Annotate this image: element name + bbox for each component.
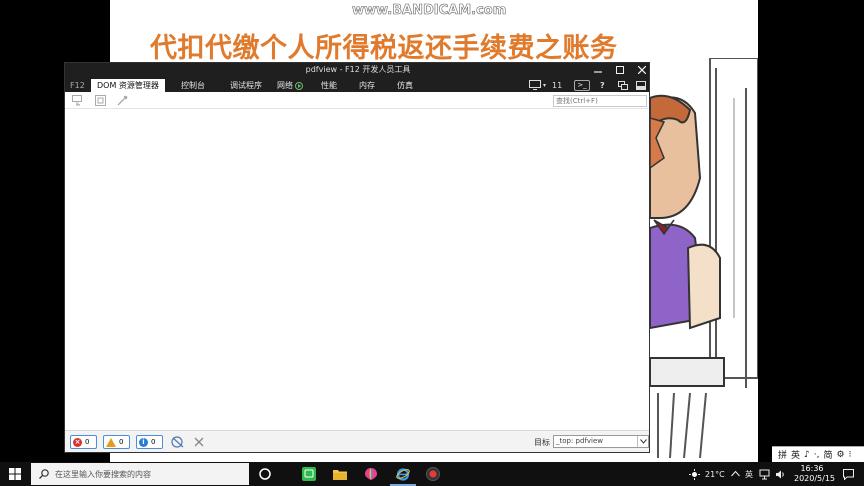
devtools-window: pdfview - F12 开发人员工具 F12 DOM 资源管理器 控制台 调… xyxy=(64,62,650,453)
warning-counter[interactable]: 0 xyxy=(103,435,130,449)
undock-icon xyxy=(618,80,628,90)
dom-toolbar xyxy=(65,92,649,109)
select-element-icon[interactable] xyxy=(72,95,83,106)
help-button[interactable]: ? xyxy=(600,79,605,91)
task-view-icon[interactable] xyxy=(258,467,272,481)
chevron-down-icon xyxy=(637,436,648,447)
ime-toolbar[interactable]: 拼 英 ♪ ·, 简 ⚙ ⁝ xyxy=(772,446,864,462)
monitor-icon xyxy=(529,80,541,90)
dock-icon xyxy=(636,80,646,90)
ime-item[interactable]: ⚙ xyxy=(837,450,845,460)
tab-memory[interactable]: 内存 xyxy=(359,79,375,92)
error-counter[interactable]: × 0 xyxy=(70,435,97,449)
window-controls xyxy=(593,63,647,77)
maximize-icon xyxy=(616,66,624,74)
play-icon[interactable] xyxy=(295,81,303,90)
clock-time: 16:36 xyxy=(800,464,824,473)
volume-icon[interactable] xyxy=(775,469,786,480)
ime-item[interactable]: ♪ xyxy=(804,450,810,460)
file-explorer-icon[interactable] xyxy=(333,467,347,481)
dropdown-arrow-icon: ▾ xyxy=(543,81,547,89)
network-icon[interactable] xyxy=(759,469,770,480)
clear-icon[interactable] xyxy=(194,437,204,447)
screen: www.BANDICAM.com 代扣代缴个人所得税返还手续费之账务 pdfvi… xyxy=(0,0,864,486)
clock[interactable]: 16:36 2020/5/15 xyxy=(794,464,836,484)
f12-label: F12 xyxy=(70,81,85,90)
dom-tree-panel[interactable] xyxy=(65,109,649,430)
console-icon: >_ xyxy=(574,79,590,91)
help-icon: ? xyxy=(600,80,605,90)
windows-start-icon[interactable] xyxy=(9,468,21,480)
close-button[interactable] xyxy=(637,65,647,75)
console-toggle[interactable]: >_ xyxy=(574,79,590,91)
bandicam-record-icon[interactable] xyxy=(426,467,440,481)
highlight-elements-icon[interactable] xyxy=(95,95,106,106)
minimize-icon xyxy=(594,71,602,73)
undock-button[interactable] xyxy=(618,79,628,91)
clear-on-navigate-icon[interactable] xyxy=(171,436,185,448)
error-icon: × xyxy=(73,437,82,447)
cartoon-teller-illustration xyxy=(650,58,758,458)
weather-sun-icon[interactable] xyxy=(689,469,700,480)
device-selector[interactable]: ▾ 11 xyxy=(529,79,562,91)
target-label: 目标 xyxy=(534,438,550,447)
tab-network[interactable]: 网络 xyxy=(277,79,303,92)
tab-dom-explorer[interactable]: DOM 资源管理器 xyxy=(91,79,165,92)
slide-title: 代扣代缴个人所得税返还手续费之账务 xyxy=(150,33,618,64)
message-count: 0 xyxy=(151,438,156,446)
warning-icon xyxy=(106,437,116,447)
devtools-statusbar: × 0 0 i 0 目标 _top: pdfview xyxy=(65,430,649,452)
tab-network-label: 网络 xyxy=(277,81,293,90)
ime-item[interactable]: ·, xyxy=(814,450,820,460)
internet-explorer-icon[interactable] xyxy=(396,467,410,481)
devtools-tabbar: F12 DOM 资源管理器 控制台 调试程序 网络 性能 内存 仿真 ▾ 11 … xyxy=(65,77,649,92)
wechat-app-icon[interactable] xyxy=(302,467,316,481)
devtools-titlebar[interactable]: pdfview - F12 开发人员工具 xyxy=(65,63,649,77)
error-count: 0 xyxy=(85,438,90,446)
dock-button[interactable] xyxy=(636,79,646,91)
notification-icon[interactable] xyxy=(843,469,854,480)
search-icon xyxy=(39,469,49,479)
bandicam-watermark: www.BANDICAM.com xyxy=(352,3,507,19)
target-value: _top: pdfview xyxy=(556,437,604,445)
taskbar: 在这里输入你要搜索的内容 21°C 英 16:36 2020/5/15 xyxy=(0,462,864,486)
colorful-balloon-app-icon[interactable] xyxy=(364,467,378,481)
tab-performance[interactable]: 性能 xyxy=(321,79,337,92)
target-select[interactable]: _top: pdfview xyxy=(553,435,649,448)
chevron-up-icon[interactable] xyxy=(731,470,740,477)
tab-emulation[interactable]: 仿真 xyxy=(397,79,413,92)
warning-count: 0 xyxy=(119,438,124,446)
window-title: pdfview - F12 开发人员工具 xyxy=(305,65,411,74)
find-input[interactable] xyxy=(553,95,647,107)
info-icon: i xyxy=(139,437,148,447)
message-counter[interactable]: i 0 xyxy=(136,435,163,449)
ime-item[interactable]: ⁝ xyxy=(849,450,852,460)
tab-console[interactable]: 控制台 xyxy=(181,79,205,92)
maximize-button[interactable] xyxy=(615,65,625,75)
temperature[interactable]: 21°C xyxy=(705,462,725,486)
search-placeholder: 在这里输入你要搜索的内容 xyxy=(55,469,151,479)
minimize-button[interactable] xyxy=(593,65,603,75)
ime-indicator[interactable]: 英 xyxy=(745,462,753,486)
ime-item[interactable]: 简 xyxy=(824,448,833,461)
color-picker-icon[interactable] xyxy=(117,95,128,106)
ime-item[interactable]: 拼 xyxy=(778,448,787,461)
taskbar-search[interactable]: 在这里输入你要搜索的内容 xyxy=(31,463,249,485)
tab-debugger[interactable]: 调试程序 xyxy=(230,79,262,92)
close-icon xyxy=(638,66,646,74)
ime-item[interactable]: 英 xyxy=(791,448,800,461)
clock-date: 2020/5/15 xyxy=(794,474,836,483)
device-count: 11 xyxy=(552,80,563,90)
